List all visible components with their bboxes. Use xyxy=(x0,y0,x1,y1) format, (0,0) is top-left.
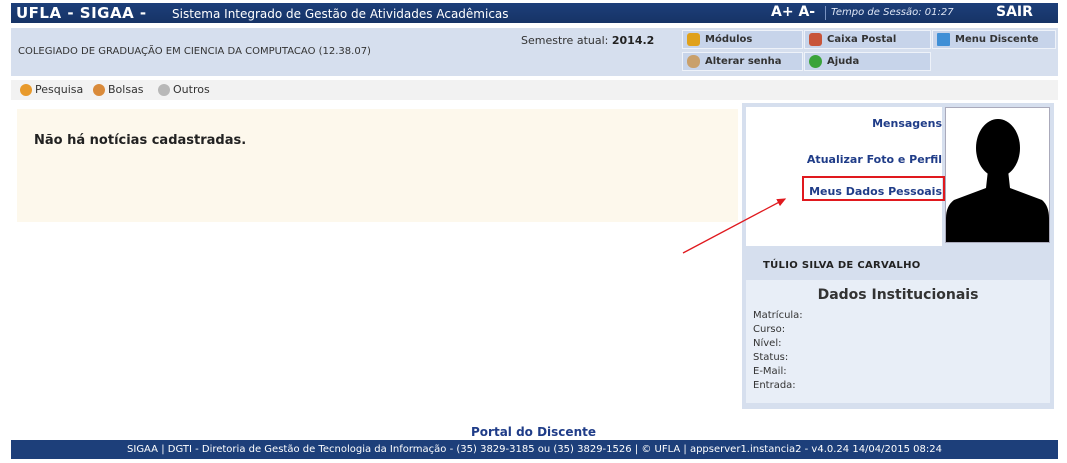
footer-bar: SIGAA | DGTI - Diretoria de Gestão de Te… xyxy=(11,440,1058,459)
portal-discente-link[interactable]: Portal do Discente xyxy=(0,425,1067,439)
annotation-arrow xyxy=(682,198,787,254)
